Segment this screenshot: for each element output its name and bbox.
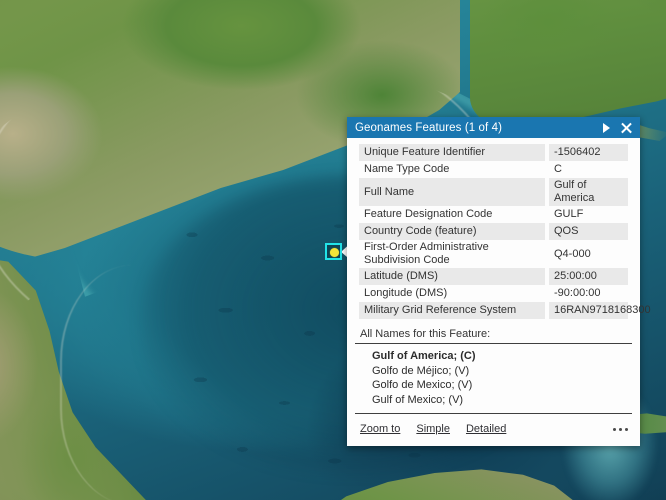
attribute-label: Military Grid Reference System <box>359 302 545 319</box>
geonames-feature-popup: Geonames Features (1 of 4) Unique Featur… <box>347 117 651 446</box>
table-row: Unique Feature Identifier -1506402 <box>359 144 628 161</box>
attribute-value: Gulf of America <box>549 178 628 206</box>
popup-footer: Zoom to Simple Detailed <box>347 414 640 446</box>
all-names-header: All Names for this Feature: <box>355 328 632 344</box>
next-feature-button[interactable] <box>597 118 616 137</box>
list-item: Gulf of America; (C) <box>372 350 476 362</box>
map-coastline-mexico <box>60 265 242 500</box>
close-popup-button[interactable] <box>616 118 635 137</box>
ellipsis-icon <box>619 427 622 431</box>
marker-dot-icon <box>330 248 339 257</box>
popup-title-text: Geonames Features (1 of 4) <box>355 121 503 134</box>
attribute-value: QOS <box>549 223 628 240</box>
attribute-value: 25:00:00 <box>549 268 628 285</box>
attribute-label: Longitude (DMS) <box>359 285 545 302</box>
list-item: Golfo de Mexico; (V) <box>372 379 473 391</box>
table-row: Military Grid Reference System 16RAN9718… <box>359 302 651 319</box>
detailed-view-link[interactable]: Detailed <box>466 423 506 435</box>
ellipsis-icon <box>613 427 616 431</box>
attribute-value: -90:00:00 <box>549 285 628 302</box>
application-window: Geonames Features (1 of 4) Unique Featur… <box>0 0 666 500</box>
popup-body: Unique Feature Identifier -1506402 Name … <box>347 138 651 414</box>
table-row: Full Name Gulf of America <box>359 178 628 206</box>
table-row: Name Type Code C <box>359 161 628 178</box>
attribute-label: Latitude (DMS) <box>359 268 545 285</box>
attribute-value: GULF <box>549 206 628 223</box>
attribute-label: Country Code (feature) <box>359 223 545 240</box>
table-row: First-Order Administrative Subdivision C… <box>359 240 628 268</box>
popup-title-bar: Geonames Features (1 of 4) <box>347 117 640 138</box>
list-item: Gulf of Mexico; (V) <box>372 393 464 406</box>
attribute-value: 16RAN9718168300 <box>549 302 651 319</box>
zoom-to-link[interactable]: Zoom to <box>360 423 400 435</box>
table-row: Country Code (feature) QOS <box>359 223 628 240</box>
table-row: Longitude (DMS) -90:00:00 <box>359 285 628 302</box>
all-names-list: Gulf of America; (C) Golfo de Méjico; (V… <box>355 344 632 414</box>
play-triangle-icon <box>603 122 610 133</box>
selected-feature-marker[interactable] <box>325 243 342 260</box>
table-row: Feature Designation Code GULF <box>359 206 628 223</box>
more-options-button[interactable] <box>609 424 632 435</box>
attribute-label: Full Name <box>359 178 545 206</box>
attribute-label: First-Order Administrative Subdivision C… <box>359 240 545 268</box>
close-icon <box>620 122 632 134</box>
attribute-value: C <box>549 161 628 178</box>
attribute-value: Q4-000 <box>549 240 628 268</box>
attribute-label: Feature Designation Code <box>359 206 545 223</box>
attribute-label: Name Type Code <box>359 161 545 178</box>
list-item: Golfo de Méjico; (V) <box>372 364 470 377</box>
attributes-table: Unique Feature Identifier -1506402 Name … <box>355 144 651 319</box>
attribute-label: Unique Feature Identifier <box>359 144 545 161</box>
ellipsis-icon <box>625 427 628 431</box>
simple-view-link[interactable]: Simple <box>416 423 450 435</box>
attribute-value: -1506402 <box>549 144 628 161</box>
table-row: Latitude (DMS) 25:00:00 <box>359 268 628 285</box>
